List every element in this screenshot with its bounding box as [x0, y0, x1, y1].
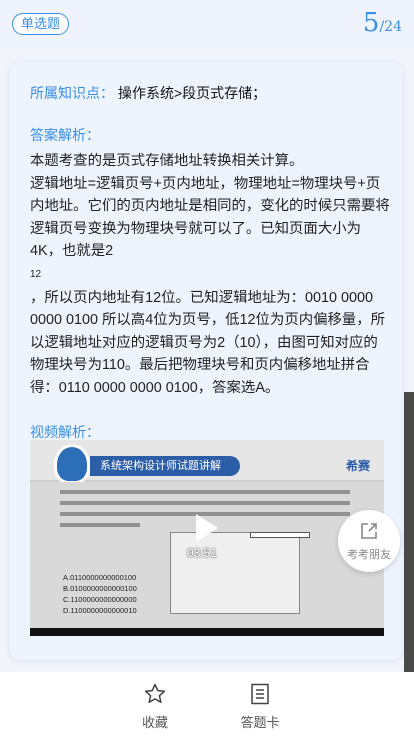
- answer-sheet-icon: [251, 683, 269, 705]
- answer-card: 所属知识点： 操作系统>段页式存储； 答案解析： 本题考查的是页式存储地址转换相关…: [10, 62, 402, 660]
- slide-options: A.0110000000000100 B.0100000000000100 C.…: [63, 572, 137, 616]
- answer-para-1: 本题考查的是页式存储地址转换相关计算。: [30, 153, 304, 169]
- share-button[interactable]: 考考朋友: [338, 510, 400, 572]
- video-frame: 系统架构设计师试题讲解 希赛 A.0110000000000100 B.0100…: [30, 440, 384, 636]
- play-icon[interactable]: [196, 514, 218, 542]
- video-player[interactable]: 系统架构设计师试题讲解 希赛 A.0110000000000100 B.0100…: [30, 440, 384, 636]
- answer-card-label: 答题卡: [240, 715, 280, 730]
- question-header: 单选题 5/24: [0, 0, 414, 48]
- favorite-tab[interactable]: 收藏: [125, 682, 185, 731]
- answer-text: 本题考查的是页式存储地址转换相关计算。 逻辑地址=逻辑页号+页内地址，物理地址=…: [30, 150, 390, 399]
- slide-diagram-register: [250, 532, 310, 538]
- share-icon: [361, 523, 377, 539]
- slide-diagram: [170, 532, 300, 614]
- page-counter: 5/24: [363, 8, 402, 38]
- video-brand: 希赛: [345, 459, 370, 473]
- knowledge-value: 操作系统>段页式存储；: [118, 85, 267, 101]
- bottom-nav: 收藏 答题卡: [0, 672, 414, 736]
- answer-superscript: 12: [30, 268, 42, 280]
- video-banner: 系统架构设计师试题讲解 希赛: [30, 440, 384, 484]
- video-label: 视频解析：: [30, 424, 100, 440]
- answer-label: 答案解析：: [30, 127, 100, 143]
- video-duration: 03:51: [187, 546, 218, 560]
- question-type-badge: 单选题: [12, 13, 70, 35]
- slide-option: C.1100000000000000: [63, 595, 137, 604]
- mascot-icon: [54, 444, 90, 484]
- answer-para-3: ，所以页内地址有12位。已知逻辑地址为：0010 0000 0000 0100 …: [30, 289, 386, 396]
- current-page: 5: [362, 8, 380, 38]
- favorite-label: 收藏: [141, 715, 168, 730]
- slide-option: D.1100000000000010: [63, 606, 137, 615]
- knowledge-label: 所属知识点：: [30, 85, 114, 101]
- share-label: 考考朋友: [347, 549, 391, 561]
- scrollbar[interactable]: [404, 392, 414, 674]
- knowledge-point: 所属知识点： 操作系统>段页式存储；: [30, 83, 390, 103]
- star-icon: [144, 683, 166, 704]
- video-banner-title: 系统架构设计师试题讲解: [90, 456, 240, 476]
- total-pages: /24: [379, 19, 402, 35]
- video-control-bar[interactable]: [30, 628, 384, 636]
- slide-option: B.0100000000000100: [63, 584, 137, 593]
- slide-option: A.0110000000000100: [63, 573, 137, 582]
- answer-para-2: 逻辑地址=逻辑页号+页内地址，物理地址=物理块号+页内地址。它们的页内地址是相同…: [30, 175, 390, 260]
- answer-card-tab[interactable]: 答题卡: [230, 682, 290, 731]
